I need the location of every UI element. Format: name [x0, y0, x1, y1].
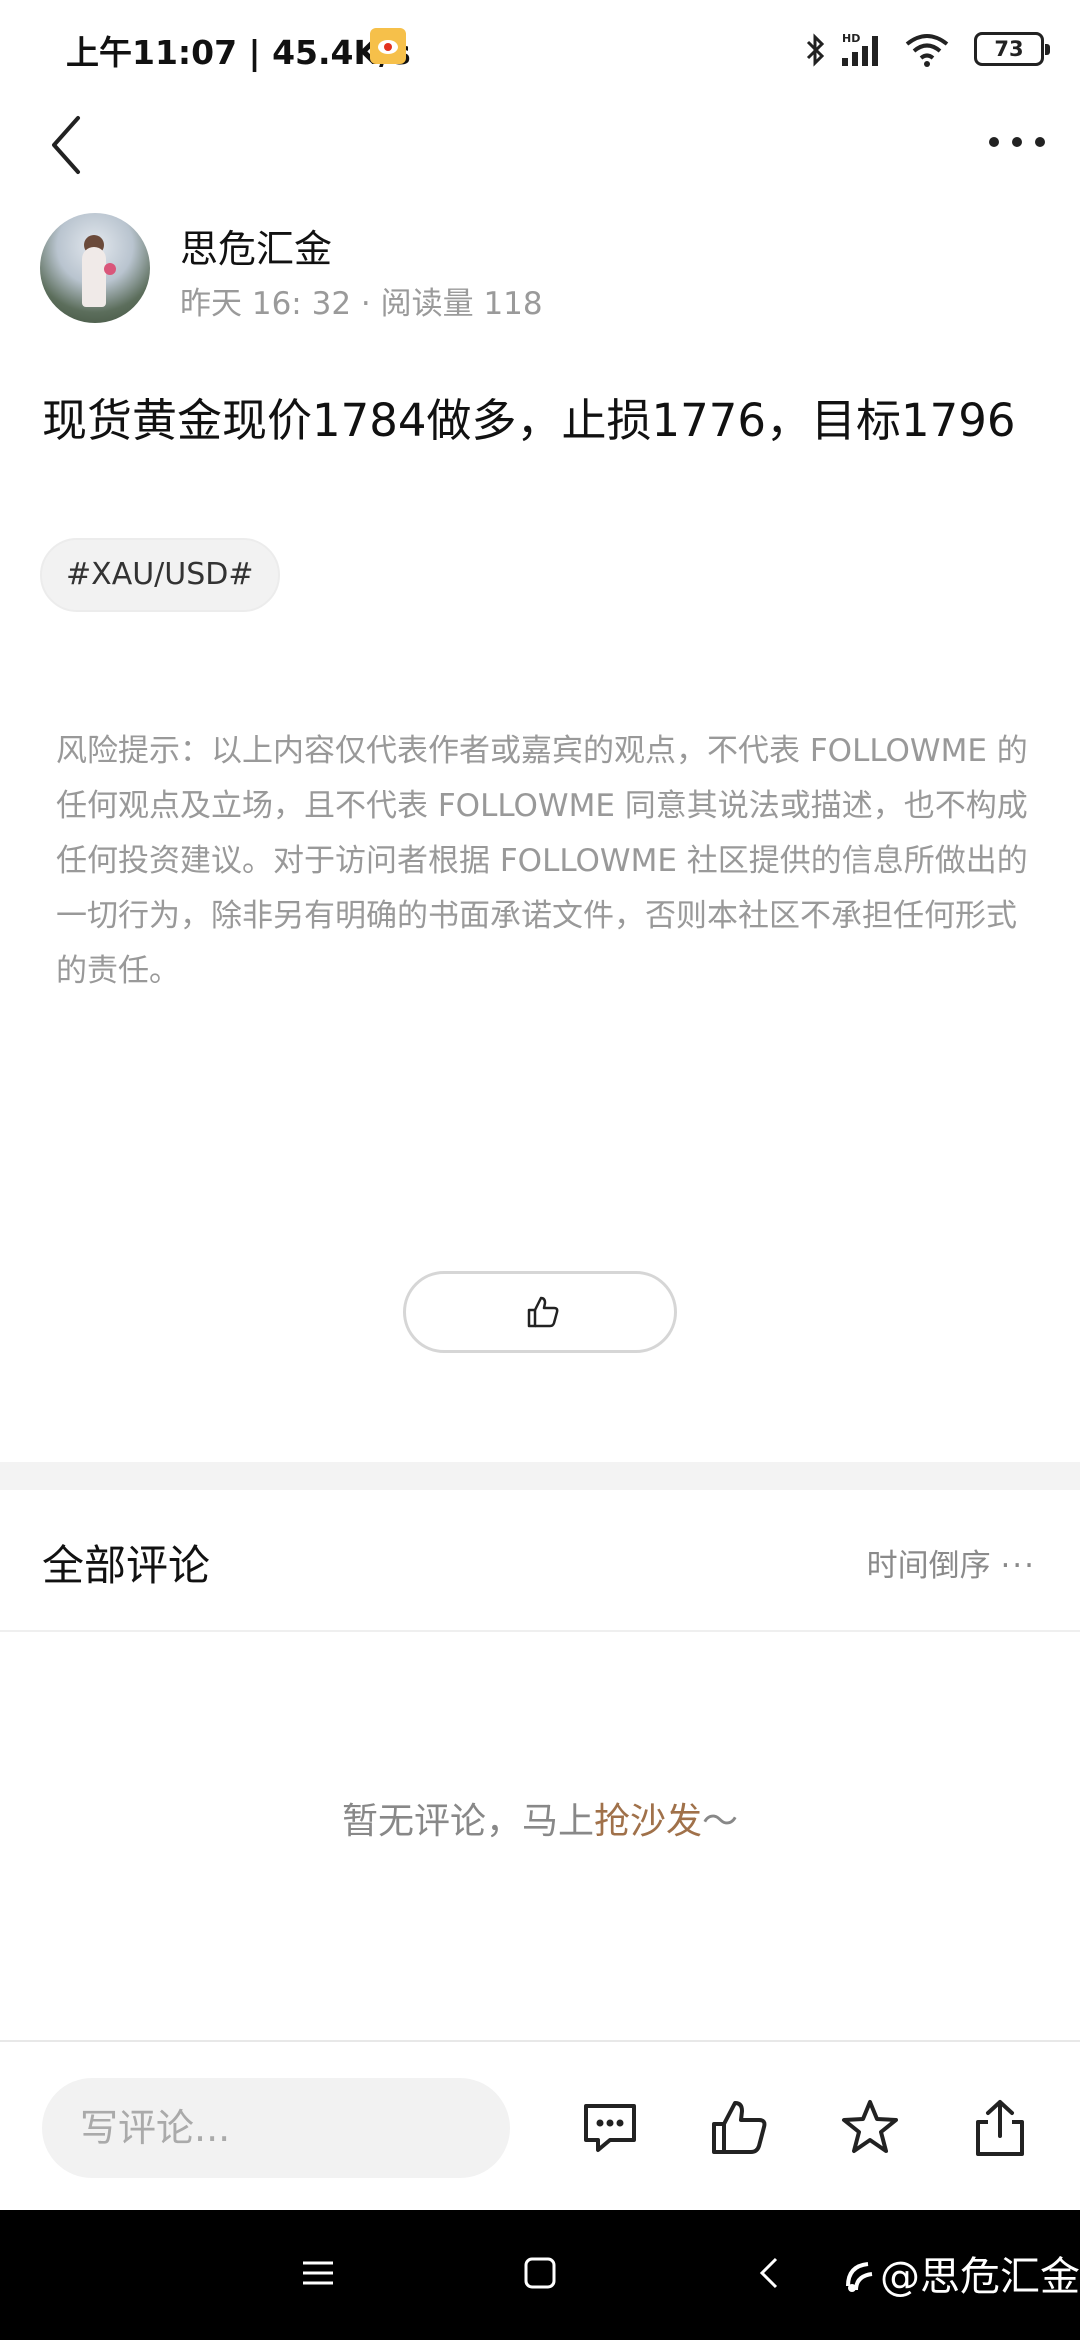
back-button[interactable] — [44, 110, 94, 180]
share-button[interactable] — [968, 2096, 1032, 2160]
risk-disclaimer: 风险提示：以上内容仅代表作者或嘉宾的观点，不代表 FOLLOWME 的任何观点及… — [56, 733, 1028, 989]
home-square-icon[interactable] — [522, 2255, 558, 2291]
post-title: 现货黄金现价1784做多，止损1776，目标1796 — [42, 394, 1016, 447]
bluetooth-icon — [806, 33, 825, 67]
author-avatar[interactable] — [40, 213, 150, 323]
section-divider — [0, 1462, 1080, 1490]
comments-section-title: 全部评论 — [42, 1541, 211, 1590]
like-button[interactable] — [403, 1271, 677, 1353]
empty-comments-message: 暂无评论，马上抢沙发～ — [0, 1792, 1080, 1844]
status-icons: HD 73 — [804, 30, 1050, 70]
status-bar: 上午11:07 | 45.4K/s HD 73 — [0, 0, 1080, 96]
thumbs-up-icon — [712, 2101, 767, 2154]
battery-indicator: 73 — [974, 32, 1050, 66]
star-icon — [842, 2100, 898, 2153]
first-comment-link[interactable]: 抢沙发 — [594, 1801, 702, 1842]
chevron-left-icon — [52, 116, 80, 174]
status-time-speed: 上午11:07 | 45.4K/s — [66, 33, 411, 72]
comments-header-divider — [0, 1630, 1080, 1632]
post-meta: 昨天 16: 32 · 阅读量 118 — [180, 286, 543, 322]
topic-tag[interactable]: #XAU/USD# — [40, 538, 280, 612]
wifi-icon — [905, 34, 949, 67]
nav-back-icon[interactable] — [752, 2255, 788, 2291]
comment-sort-button[interactable]: 时间倒序 ··· — [867, 1540, 1036, 1585]
more-options-button[interactable] — [982, 120, 1052, 170]
svg-text:HD: HD — [842, 32, 860, 45]
comment-bubble-icon — [584, 2104, 636, 2152]
empty-prefix: 暂无评论，马上 — [341, 1801, 594, 1842]
weibo-logo-icon — [846, 2262, 873, 2292]
watermark: @思危汇金 — [880, 2254, 1080, 2300]
share-icon — [976, 2100, 1024, 2156]
cellular-signal-icon: HD — [842, 32, 878, 66]
author-name[interactable]: 思危汇金 — [180, 218, 332, 273]
bottom-like-button[interactable] — [708, 2096, 772, 2160]
comment-input[interactable]: 写评论... — [42, 2078, 510, 2178]
favorite-button[interactable] — [838, 2096, 902, 2160]
more-horizontal-icon — [989, 137, 1045, 147]
empty-suffix: ～ — [702, 1801, 739, 1842]
menu-icon[interactable] — [300, 2255, 336, 2291]
thumbs-up-icon — [527, 1296, 559, 1328]
bottom-bar-divider — [0, 2040, 1080, 2042]
sort-label: 时间倒序 — [866, 1548, 991, 1584]
sort-more-dots: ··· — [1000, 1548, 1036, 1584]
comments-button[interactable] — [578, 2096, 642, 2160]
system-navigation-bar: @思危汇金 — [0, 2210, 1080, 2340]
weibo-notification-icon — [370, 28, 406, 64]
